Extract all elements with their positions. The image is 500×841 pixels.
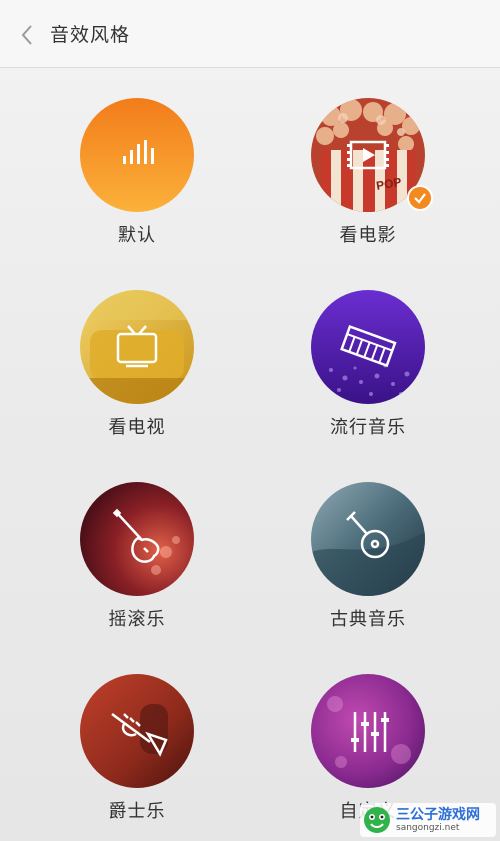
watermark-url: sangongzi.net <box>396 822 460 833</box>
page-title: 音效风格 <box>50 24 131 46</box>
style-thumbnail-pop <box>311 290 425 404</box>
style-tile-custom[interactable]: 自定义 <box>288 644 448 822</box>
title-bar: 音效风格 <box>0 0 500 68</box>
style-tile-classical[interactable]: 古典音乐 <box>288 452 448 630</box>
style-thumbnail-tv <box>80 290 194 404</box>
style-label: 爵士乐 <box>108 801 166 822</box>
style-thumbnail-jazz <box>80 674 194 788</box>
style-thumbnail-rock <box>80 482 194 596</box>
style-tile-tv[interactable]: 看电视 <box>57 260 217 438</box>
style-label: 摇滚乐 <box>108 609 166 630</box>
style-label: 流行音乐 <box>330 417 406 438</box>
style-thumbnail-default <box>80 98 194 212</box>
watermark-title: 三公子游戏网 <box>396 806 480 823</box>
watermark-logo-icon <box>364 807 390 833</box>
style-label: 看电视 <box>108 417 166 438</box>
style-label: 看电影 <box>339 225 397 246</box>
style-tile-default[interactable]: 默认 <box>57 68 217 246</box>
site-watermark: 三公子游戏网 sangongzi.net <box>360 803 496 837</box>
trumpet-icon <box>111 712 168 757</box>
style-tile-rock[interactable]: 摇滚乐 <box>57 452 217 630</box>
ruan-lute-icon <box>346 511 390 559</box>
back-button[interactable] <box>14 20 40 50</box>
style-thumbnail-classical <box>311 482 425 596</box>
chevron-left-icon <box>21 25 32 45</box>
style-tile-jazz[interactable]: 爵士乐 <box>57 644 217 822</box>
style-label: 默认 <box>118 225 156 246</box>
style-tile-movie[interactable]: POP 看电影 <box>288 68 448 246</box>
keyboard-icon <box>340 324 397 368</box>
style-thumbnail-custom <box>311 674 425 788</box>
equalizer-bars-icon <box>123 140 154 164</box>
sliders-icon <box>351 712 389 752</box>
electric-guitar-icon <box>112 508 160 563</box>
style-tile-pop[interactable]: 流行音乐 <box>288 260 448 438</box>
selected-check-icon <box>407 185 433 211</box>
style-label: 古典音乐 <box>330 609 406 630</box>
tv-icon <box>116 325 158 368</box>
